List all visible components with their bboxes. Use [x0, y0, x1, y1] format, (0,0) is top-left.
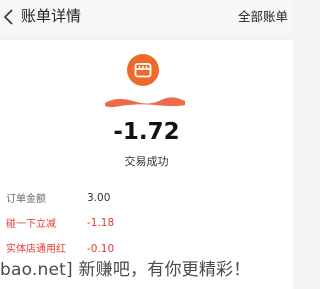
transaction-amount: -1.72 [113, 119, 180, 145]
transaction-status: 交易成功 [124, 155, 169, 168]
store-red-packet-label: 实体店通用红 [6, 244, 66, 255]
shop-icon [127, 54, 159, 86]
top-bar: 账单详情 全部账单 [0, 0, 293, 34]
tap-discount-label: 碰一下立减 [6, 219, 56, 230]
merchant-name-redacted [103, 93, 187, 108]
all-bills-link[interactable]: 全部账单 [238, 8, 288, 26]
order-amount-value: 3.00 [87, 192, 111, 204]
page-title: 账单详情 [21, 7, 82, 25]
store-red-packet-value: -0.10 [87, 243, 115, 255]
watermark-text: bao.net] 新赚吧，有你更精彩！ [0, 260, 251, 280]
order-amount-label: 订单金额 [6, 194, 46, 205]
chevron-left-icon[interactable] [2, 8, 18, 26]
tap-discount-value: -1.18 [87, 217, 115, 229]
